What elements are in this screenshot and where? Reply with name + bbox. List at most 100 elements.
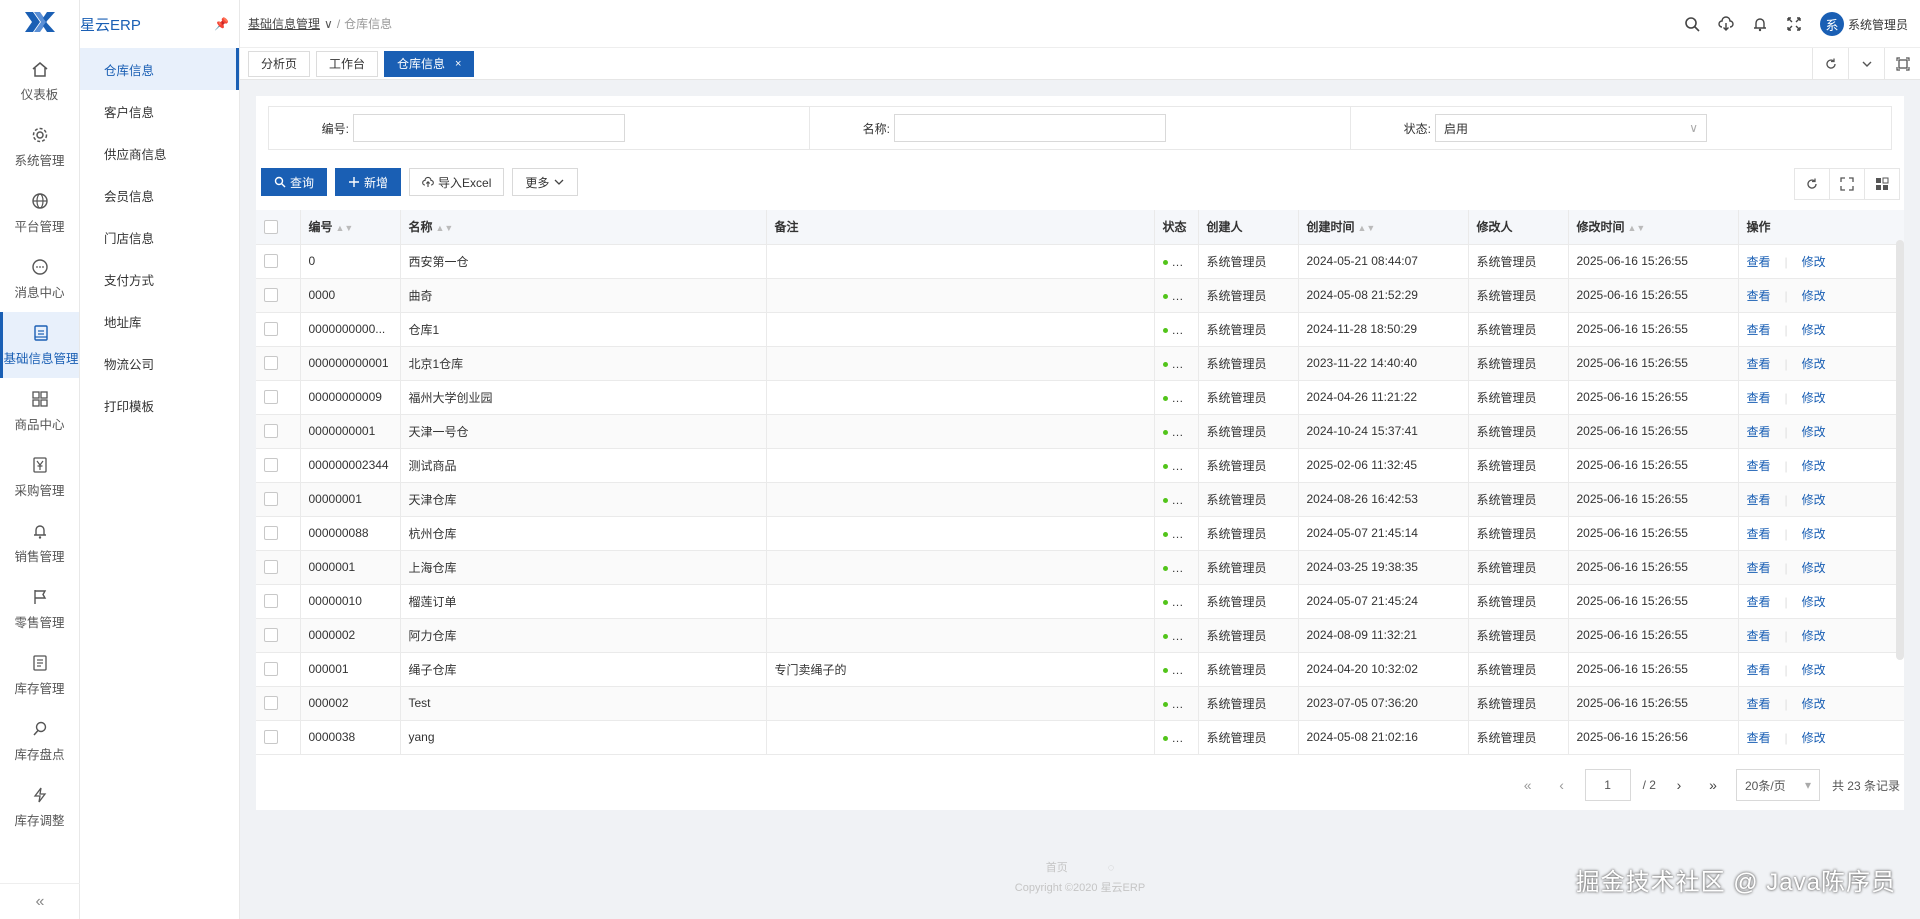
edit-link[interactable]: 修改 — [1802, 323, 1826, 337]
tab[interactable]: 工作台 — [316, 50, 379, 77]
submenu-item[interactable]: 仓库信息 — [80, 48, 239, 90]
select-all-checkbox[interactable] — [256, 210, 301, 245]
edit-link[interactable]: 修改 — [1802, 663, 1826, 677]
prev-page-button[interactable]: ‹ — [1551, 777, 1573, 793]
view-link[interactable]: 查看 — [1747, 357, 1771, 371]
table-row[interactable]: 000001绳子仓库专门卖绳子的启用系统管理员2024-04-20 10:32:… — [256, 652, 1904, 687]
view-link[interactable]: 查看 — [1747, 323, 1771, 337]
column-settings-icon[interactable] — [1864, 168, 1900, 200]
view-link[interactable]: 查看 — [1747, 629, 1771, 643]
submenu-item[interactable]: 会员信息 — [80, 174, 239, 216]
view-link[interactable]: 查看 — [1747, 391, 1771, 405]
name-input[interactable] — [894, 114, 1166, 142]
edit-link[interactable]: 修改 — [1802, 629, 1826, 643]
edit-link[interactable]: 修改 — [1802, 493, 1826, 507]
edit-link[interactable]: 修改 — [1802, 391, 1826, 405]
github-icon[interactable]: ◌ — [1108, 858, 1115, 878]
breadcrumb-parent[interactable]: 基础信息管理 — [248, 15, 320, 32]
submenu-item[interactable]: 打印模板 — [80, 384, 239, 426]
user-menu[interactable]: 系 系统管理员 — [1819, 12, 1908, 36]
refresh-icon[interactable] — [1794, 168, 1830, 200]
table-row[interactable]: 00000010榴莲订单启用系统管理员2024-05-07 21:45:24系统… — [256, 584, 1904, 619]
page-input[interactable]: 1 — [1584, 769, 1631, 801]
submenu-item[interactable]: 地址库 — [80, 300, 239, 342]
view-link[interactable]: 查看 — [1747, 663, 1771, 677]
refresh-tab-icon[interactable] — [1812, 48, 1848, 80]
view-link[interactable]: 查看 — [1747, 493, 1771, 507]
footer-home-link[interactable]: 首页 — [1046, 858, 1068, 878]
row-checkbox[interactable] — [256, 346, 301, 381]
rail-item[interactable]: 库存盘点 — [0, 708, 79, 774]
rail-item[interactable]: 库存管理 — [0, 642, 79, 708]
rail-item[interactable]: 基础信息管理 — [0, 312, 79, 378]
rail-item[interactable]: 仪表板 — [0, 48, 79, 114]
table-row[interactable]: 0000002阿力仓库启用系统管理员2024-08-09 11:32:21系统管… — [256, 618, 1904, 653]
rail-item[interactable]: 零售管理 — [0, 576, 79, 642]
row-checkbox[interactable] — [256, 618, 301, 653]
row-checkbox[interactable] — [256, 550, 301, 585]
submenu-item[interactable]: 物流公司 — [80, 342, 239, 384]
page-size-select[interactable]: 20条/页 ▾ — [1735, 769, 1820, 801]
rail-item[interactable]: 库存调整 — [0, 774, 79, 840]
view-link[interactable]: 查看 — [1747, 561, 1771, 575]
row-checkbox[interactable] — [256, 448, 301, 483]
row-checkbox[interactable] — [256, 720, 301, 755]
rail-item[interactable]: 采购管理 — [0, 444, 79, 510]
status-select[interactable]: 启用 ∨ — [1435, 114, 1707, 142]
row-checkbox[interactable] — [256, 516, 301, 551]
view-link[interactable]: 查看 — [1747, 425, 1771, 439]
tab[interactable]: 分析页 — [248, 50, 311, 77]
row-checkbox[interactable] — [256, 312, 301, 347]
import-excel-button[interactable]: 导入Excel — [409, 168, 505, 196]
submenu-item[interactable]: 客户信息 — [80, 90, 239, 132]
view-link[interactable]: 查看 — [1747, 731, 1771, 745]
last-page-button[interactable]: » — [1702, 777, 1724, 793]
submenu-item[interactable]: 支付方式 — [80, 258, 239, 300]
table-row[interactable]: 0000000000...仓库1启用系统管理员2024-11-28 18:50:… — [256, 312, 1904, 347]
query-button[interactable]: 查询 — [261, 168, 328, 196]
app-logo[interactable] — [0, 0, 79, 48]
edit-link[interactable]: 修改 — [1802, 357, 1826, 371]
table-row[interactable]: 0000000001天津一号仓启用系统管理员2024-10-24 15:37:4… — [256, 414, 1904, 449]
table-row[interactable]: 0000曲奇启用系统管理员2024-05-08 21:52:29系统管理员202… — [256, 278, 1904, 313]
edit-link[interactable]: 修改 — [1802, 731, 1826, 745]
submenu-item[interactable]: 供应商信息 — [80, 132, 239, 174]
table-row[interactable]: 0西安第一仓启用系统管理员2024-05-21 08:44:07系统管理员202… — [256, 244, 1904, 279]
expand-icon[interactable] — [1829, 168, 1865, 200]
row-checkbox[interactable] — [256, 584, 301, 619]
collapse-button[interactable]: « — [0, 883, 80, 919]
pin-icon[interactable]: 📌 — [214, 17, 229, 31]
row-checkbox[interactable] — [256, 482, 301, 517]
fullscreen-icon[interactable] — [1786, 16, 1802, 32]
col-code[interactable]: 编号 ▲▼ — [300, 210, 401, 245]
table-row[interactable]: 0000001上海仓库启用系统管理员2024-03-25 19:38:35系统管… — [256, 550, 1904, 585]
more-button[interactable]: 更多 — [512, 168, 579, 196]
table-row[interactable]: 000000000001北京1仓库启用系统管理员2023-11-22 14:40… — [256, 346, 1904, 381]
rail-item[interactable]: 销售管理 — [0, 510, 79, 576]
row-checkbox[interactable] — [256, 278, 301, 313]
edit-link[interactable]: 修改 — [1802, 459, 1826, 473]
edit-link[interactable]: 修改 — [1802, 697, 1826, 711]
view-link[interactable]: 查看 — [1747, 459, 1771, 473]
view-link[interactable]: 查看 — [1747, 255, 1771, 269]
col-created-at[interactable]: 创建时间 ▲▼ — [1298, 210, 1469, 245]
maximize-icon[interactable] — [1884, 48, 1920, 80]
edit-link[interactable]: 修改 — [1802, 425, 1826, 439]
add-button[interactable]: 新增 — [335, 168, 402, 196]
view-link[interactable]: 查看 — [1747, 289, 1771, 303]
col-name[interactable]: 名称 ▲▼ — [400, 210, 767, 245]
table-row[interactable]: 0000038yang启用系统管理员2024-05-08 21:02:16系统管… — [256, 720, 1904, 755]
chevron-down-icon[interactable] — [1848, 48, 1884, 80]
table-row[interactable]: 00000000009福州大学创业园启用系统管理员2024-04-26 11:2… — [256, 380, 1904, 415]
table-row[interactable]: 000000088杭州仓库启用系统管理员2024-05-07 21:45:14系… — [256, 516, 1904, 551]
edit-link[interactable]: 修改 — [1802, 255, 1826, 269]
view-link[interactable]: 查看 — [1747, 595, 1771, 609]
row-checkbox[interactable] — [256, 414, 301, 449]
close-icon[interactable]: × — [455, 58, 461, 70]
col-modified-at[interactable]: 修改时间 ▲▼ — [1568, 210, 1739, 245]
edit-link[interactable]: 修改 — [1802, 561, 1826, 575]
row-checkbox[interactable] — [256, 686, 301, 721]
table-row[interactable]: 000000002344测试商品启用系统管理员2025-02-06 11:32:… — [256, 448, 1904, 483]
bell-icon[interactable] — [1752, 16, 1768, 32]
search-icon[interactable] — [1684, 16, 1700, 32]
